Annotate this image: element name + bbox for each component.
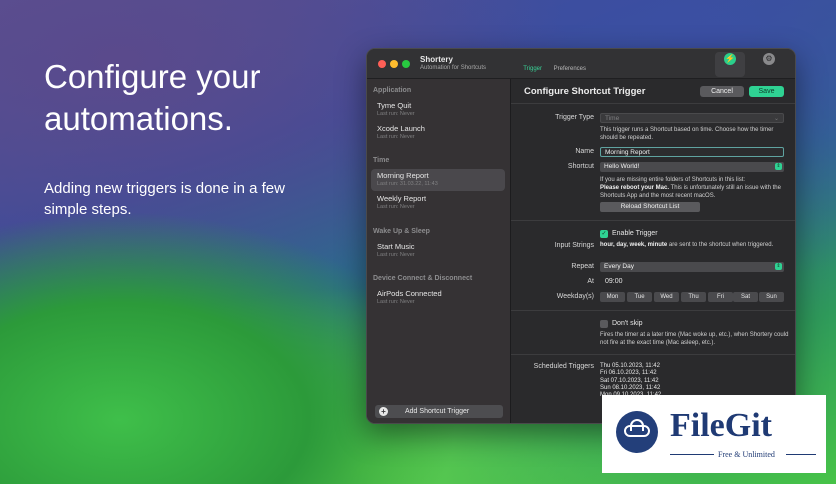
missing-note-bold: Please reboot your Mac. <box>600 184 670 191</box>
sidebar-item-label: Start Music <box>377 242 415 251</box>
filegit-watermark: FileGit Free & Unlimited <box>602 395 826 473</box>
filegit-tagline: Free & Unlimited <box>718 450 775 459</box>
dont-skip-checkbox[interactable] <box>600 320 608 328</box>
app-name: Shortery <box>420 55 453 64</box>
name-label: Name <box>575 148 594 155</box>
filegit-logo-icon <box>616 411 658 453</box>
repeat-label: Repeat <box>571 263 594 270</box>
sidebar-item-morning-report[interactable]: Morning Report Last run: 31.03.22, 11:43 <box>371 169 505 191</box>
save-button[interactable]: Save <box>749 86 784 97</box>
input-strings-description: hour, day, week, minute are sent to the … <box>600 242 790 250</box>
divider <box>511 103 795 104</box>
sidebar-item-label: Weekly Report <box>377 194 427 203</box>
shortcut-value: Hello World! <box>604 163 640 170</box>
repeat-value: Every Day <box>604 263 634 270</box>
name-field[interactable]: Morning Report <box>600 147 784 157</box>
weekday-sat-button[interactable]: Sat <box>733 292 758 302</box>
shortcut-label: Shortcut <box>567 163 594 170</box>
repeat-select[interactable]: Every Day ⇕ <box>600 262 784 272</box>
divider <box>511 220 795 221</box>
missing-shortcuts-note: If you are missing entire folders of Sho… <box>600 177 790 200</box>
scheduled-trigger-item: Sat 07.10.2023, 11:42 <box>600 377 659 384</box>
trigger-type-value: Time <box>605 115 620 122</box>
sidebar-item-last-run: Last run: Never <box>377 111 415 117</box>
weekday-fri-button[interactable]: Fri <box>708 292 733 302</box>
tab-trigger[interactable]: ⚡ Trigger <box>523 52 745 77</box>
shortcut-select[interactable]: Hello World! ⇕ <box>600 162 784 172</box>
sidebar-item-last-run: Last run: Never <box>377 204 415 210</box>
chevron-updown-icon: ⌄ <box>773 116 779 122</box>
input-strings-bold: hour, day, week, minute <box>600 242 668 248</box>
sidebar-item-airpods-connected[interactable]: AirPods Connected Last run: Never <box>371 287 505 309</box>
scheduled-triggers-label: Scheduled Triggers <box>533 363 594 370</box>
sidebar-item-start-music[interactable]: Start Music Last run: Never <box>371 240 505 262</box>
sidebar-section-application: Application <box>373 87 412 94</box>
dont-skip-description: Fires the timer at a later time (Mac wok… <box>600 332 789 346</box>
sidebar-item-weekly-report[interactable]: Weekly Report Last run: Never <box>371 192 505 214</box>
filegit-name: FileGit <box>670 407 772 444</box>
trigger-type-label: Trigger Type <box>555 114 594 121</box>
hero-subtitle: Adding new triggers is done in a few sim… <box>44 180 285 219</box>
app-subtitle: Automation for Shortcuts <box>420 65 487 71</box>
sidebar-item-last-run: Last run: Never <box>377 252 415 258</box>
sidebar-item-label: Xcode Launch <box>377 124 425 133</box>
sidebar-item-label: Morning Report <box>377 171 429 180</box>
cancel-button[interactable]: Cancel <box>700 86 744 97</box>
dont-skip-label: Don't skip <box>612 320 643 327</box>
plus-icon: + <box>379 407 388 416</box>
sidebar-item-last-run: Last run: Never <box>377 134 415 140</box>
add-shortcut-trigger-button[interactable]: + Add Shortcut Trigger <box>375 405 503 418</box>
at-label: At <box>587 278 594 285</box>
divider <box>511 310 795 311</box>
input-strings-rest: are sent to the shortcut when triggered. <box>667 242 774 248</box>
trigger-config-panel: Configure Shortcut Trigger Cancel Save T… <box>511 79 795 423</box>
weekday-thu-button[interactable]: Thu <box>681 292 706 302</box>
app-window: Shortery Automation for Shortcuts ⚡ Trig… <box>366 48 796 424</box>
missing-note-line: If you are missing entire folders of Sho… <box>600 177 746 183</box>
gear-icon: ⚙ <box>763 53 775 65</box>
close-window-button[interactable] <box>378 60 386 68</box>
sidebar-item-xcode-launch[interactable]: Xcode Launch Last run: Never <box>371 122 505 144</box>
enable-trigger-label: Enable Trigger <box>612 230 658 237</box>
tab-preferences-label: Preferences <box>553 66 586 72</box>
hero-title: Configure your automations. <box>44 58 261 138</box>
tab-trigger-label: Trigger <box>523 66 542 72</box>
add-shortcut-trigger-label: Add Shortcut Trigger <box>405 408 470 415</box>
bolt-icon: ⚡ <box>724 53 736 65</box>
scheduled-triggers-list: Thu 05.10.2023, 11:42 Fri 06.10.2023, 11… <box>600 363 661 399</box>
scheduled-trigger-item: Fri 06.10.2023, 11:42 <box>600 370 657 377</box>
sidebar-item-last-run: Last run: 31.03.22, 11:43 <box>377 181 438 187</box>
minimize-window-button[interactable] <box>390 60 398 68</box>
tab-preferences[interactable]: ⚙ Preferences <box>554 52 789 77</box>
weekday-mon-button[interactable]: Mon <box>600 292 625 302</box>
sidebar-item-label: AirPods Connected <box>377 289 442 298</box>
input-strings-label: Input Strings <box>554 242 594 249</box>
divider <box>670 454 714 455</box>
sidebar-item-label: Tyme Quit <box>377 101 412 110</box>
divider <box>786 454 816 455</box>
scheduled-trigger-item: Sun 08.10.2023, 11:42 <box>600 384 661 391</box>
sidebar-item-tyme-quit[interactable]: Tyme Quit Last run: Never <box>371 99 505 121</box>
time-field[interactable]: 09:00 <box>605 278 623 285</box>
sidebar-section-device: Device Connect & Disconnect <box>373 275 473 282</box>
sidebar-section-time: Time <box>373 157 390 164</box>
chevron-updown-icon: ⇕ <box>775 263 782 270</box>
page-title: Configure Shortcut Trigger <box>524 86 646 97</box>
divider <box>511 354 795 355</box>
title-bar: Shortery Automation for Shortcuts ⚡ Trig… <box>367 49 795 79</box>
sidebar-item-last-run: Last run: Never <box>377 299 415 305</box>
sidebar: Application Tyme Quit Last run: Never Xc… <box>367 79 511 423</box>
scheduled-trigger-item: Thu 05.10.2023, 11:42 <box>600 363 660 369</box>
chevron-updown-icon: ⇕ <box>775 163 782 170</box>
weekday-sun-button[interactable]: Sun <box>759 292 784 302</box>
trigger-type-select[interactable]: Time ⌄ <box>600 113 784 123</box>
trigger-type-description: This trigger runs a Shortcut based on ti… <box>600 127 774 141</box>
reload-shortcut-list-button[interactable]: Reload Shortcut List <box>600 202 700 212</box>
weekdays-label: Weekday(s) <box>556 293 594 300</box>
sidebar-section-wake-sleep: Wake Up & Sleep <box>373 228 430 235</box>
enable-trigger-checkbox[interactable]: ✓ <box>600 230 608 238</box>
weekday-tue-button[interactable]: Tue <box>627 292 652 302</box>
weekday-wed-button[interactable]: Wed <box>654 292 679 302</box>
zoom-window-button[interactable] <box>402 60 410 68</box>
